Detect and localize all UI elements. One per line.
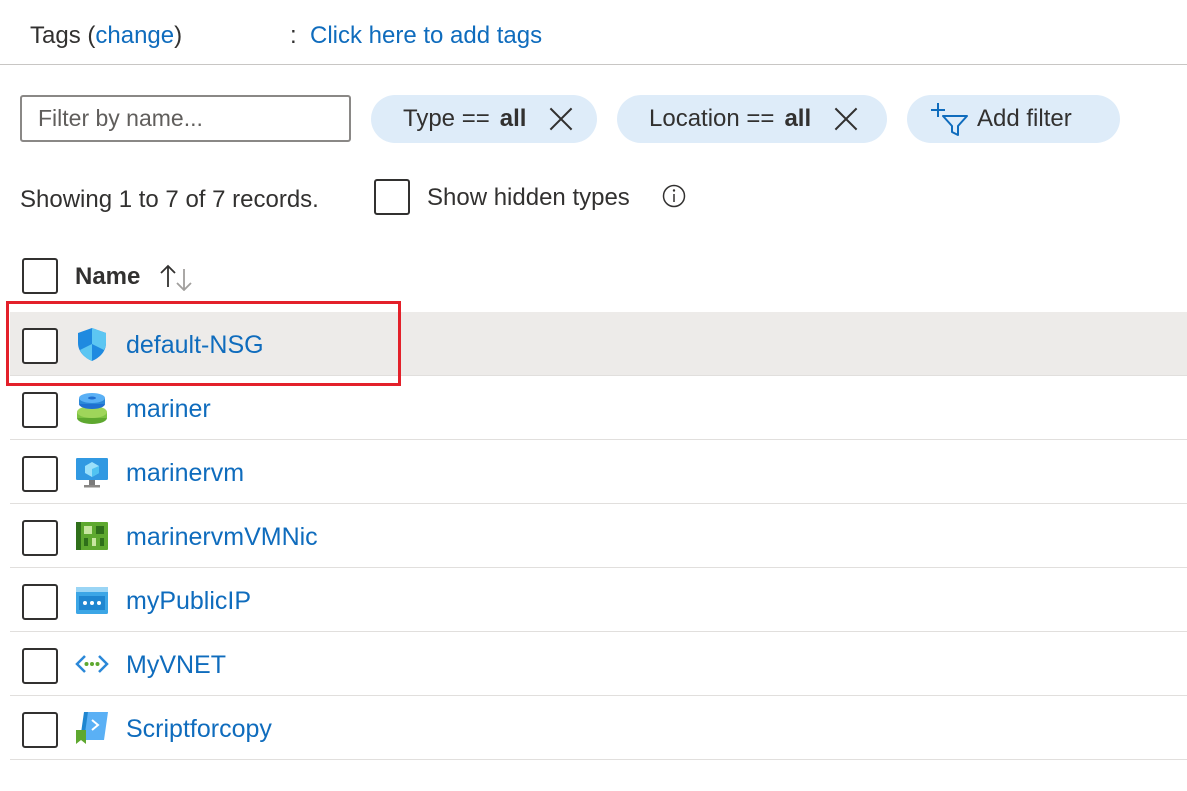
type-filter-key: Type == (403, 105, 490, 132)
row-checkbox[interactable] (22, 392, 58, 428)
type-filter-value: all (499, 105, 527, 132)
row-checkbox[interactable] (22, 520, 58, 556)
resource-name-link[interactable]: default-NSG (126, 331, 264, 360)
row-checkbox[interactable] (22, 648, 58, 684)
column-header-name[interactable]: Name (75, 263, 140, 291)
add-filter-button[interactable]: Add filter (907, 95, 1120, 143)
row-checkbox[interactable] (22, 456, 58, 492)
location-filter-pill[interactable]: Location == all (617, 95, 887, 143)
tags-colon: : (290, 22, 297, 49)
table-row[interactable]: Scriptforcopy (10, 696, 1187, 760)
table-row[interactable]: MyVNET (10, 632, 1187, 696)
row-checkbox[interactable] (22, 584, 58, 620)
records-summary: Showing 1 to 7 of 7 records. (20, 186, 319, 213)
tags-change-link[interactable]: change (95, 22, 174, 49)
resource-name-link[interactable]: marinervmVMNic (126, 523, 318, 552)
resource-name-link[interactable]: myPublicIP (126, 587, 251, 616)
location-filter-key: Location == (649, 105, 775, 132)
disk-icon (77, 393, 107, 424)
info-icon[interactable] (662, 184, 686, 208)
script-icon (76, 712, 108, 744)
resource-name-link[interactable]: mariner (126, 395, 211, 424)
select-all-checkbox[interactable] (22, 258, 58, 294)
add-filter-label: Add filter (977, 105, 1072, 132)
resource-name-link[interactable]: Scriptforcopy (126, 715, 272, 744)
tags-label: Tags (change) (30, 22, 183, 49)
close-icon[interactable] (833, 106, 859, 132)
sort-icon[interactable] (159, 263, 195, 291)
row-checkbox[interactable] (22, 712, 58, 748)
table-row[interactable]: mariner (10, 376, 1187, 440)
table-row[interactable]: myPublicIP (10, 568, 1187, 632)
type-filter-pill[interactable]: Type == all (371, 95, 597, 143)
public-ip-icon (76, 587, 108, 614)
virtual-network-icon (75, 655, 109, 673)
location-filter-value: all (784, 105, 812, 132)
table-row[interactable]: marinervm (10, 440, 1187, 504)
show-hidden-types-checkbox[interactable] (374, 179, 410, 215)
close-icon[interactable] (548, 106, 574, 132)
add-tags-link[interactable]: Click here to add tags (310, 22, 542, 50)
row-checkbox[interactable] (22, 328, 58, 364)
filter-by-name-input[interactable] (20, 95, 351, 142)
tags-bar: Tags (change) : Click here to add tags (0, 0, 1187, 65)
add-filter-icon (931, 103, 968, 136)
table-row[interactable]: marinervmVMNic (10, 504, 1187, 568)
show-hidden-types-label: Show hidden types (427, 184, 630, 211)
virtual-machine-icon (76, 458, 108, 488)
network-interface-icon (76, 522, 108, 550)
table-row[interactable]: default-NSG (10, 312, 1187, 376)
network-security-group-icon (78, 328, 106, 361)
resource-name-link[interactable]: MyVNET (126, 651, 226, 680)
resource-name-link[interactable]: marinervm (126, 459, 244, 488)
